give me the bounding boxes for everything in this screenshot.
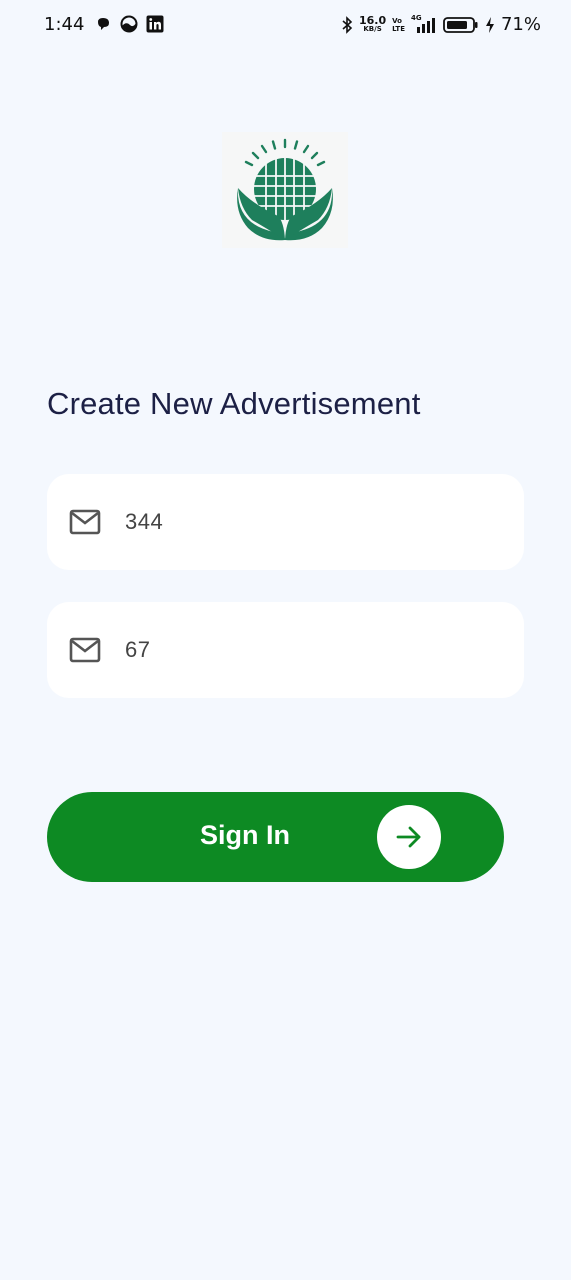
bluetooth-icon bbox=[342, 15, 353, 34]
input-field-2[interactable] bbox=[47, 602, 524, 698]
mail-icon bbox=[69, 637, 101, 663]
chat-bubble-icon bbox=[98, 18, 109, 30]
signal-icon bbox=[416, 17, 435, 33]
net-speed: 16.0 KB/S bbox=[358, 13, 387, 34]
battery-percent: 71% bbox=[500, 14, 541, 35]
charging-icon bbox=[485, 16, 494, 33]
net-speed-unit: KB/S bbox=[363, 24, 382, 33]
input-field-1[interactable] bbox=[47, 474, 524, 570]
battery-icon bbox=[443, 16, 478, 33]
globe-leaves-logo bbox=[237, 138, 333, 241]
arrow-circle bbox=[377, 805, 441, 869]
linkedin-icon bbox=[146, 15, 164, 33]
field-1-input[interactable] bbox=[123, 508, 487, 536]
mail-icon bbox=[69, 509, 101, 535]
volte-bottom: LTE bbox=[392, 24, 405, 33]
field-2-input[interactable] bbox=[123, 636, 487, 664]
circle-app-icon bbox=[120, 15, 138, 33]
volte-indicator: Vo LTE bbox=[392, 17, 405, 33]
signal-group: 4G bbox=[411, 14, 437, 34]
net-speed-value: 16.0 bbox=[358, 13, 387, 27]
sign-in-button[interactable]: Sign In bbox=[47, 792, 504, 882]
status-notification-icons bbox=[96, 15, 164, 33]
status-bar: 1:44 16.0 KB/S Vo LTE 4G 71% bbox=[0, 0, 571, 52]
sign-in-label: Sign In bbox=[200, 820, 290, 850]
volte-top: Vo bbox=[392, 16, 402, 25]
page-title: Create New Advertisement bbox=[47, 386, 421, 421]
app-logo bbox=[222, 132, 348, 248]
arrow-right-icon bbox=[396, 826, 421, 848]
status-time: 1:44 bbox=[44, 14, 85, 35]
status-system-icons: 16.0 KB/S Vo LTE 4G 71% bbox=[341, 14, 541, 35]
